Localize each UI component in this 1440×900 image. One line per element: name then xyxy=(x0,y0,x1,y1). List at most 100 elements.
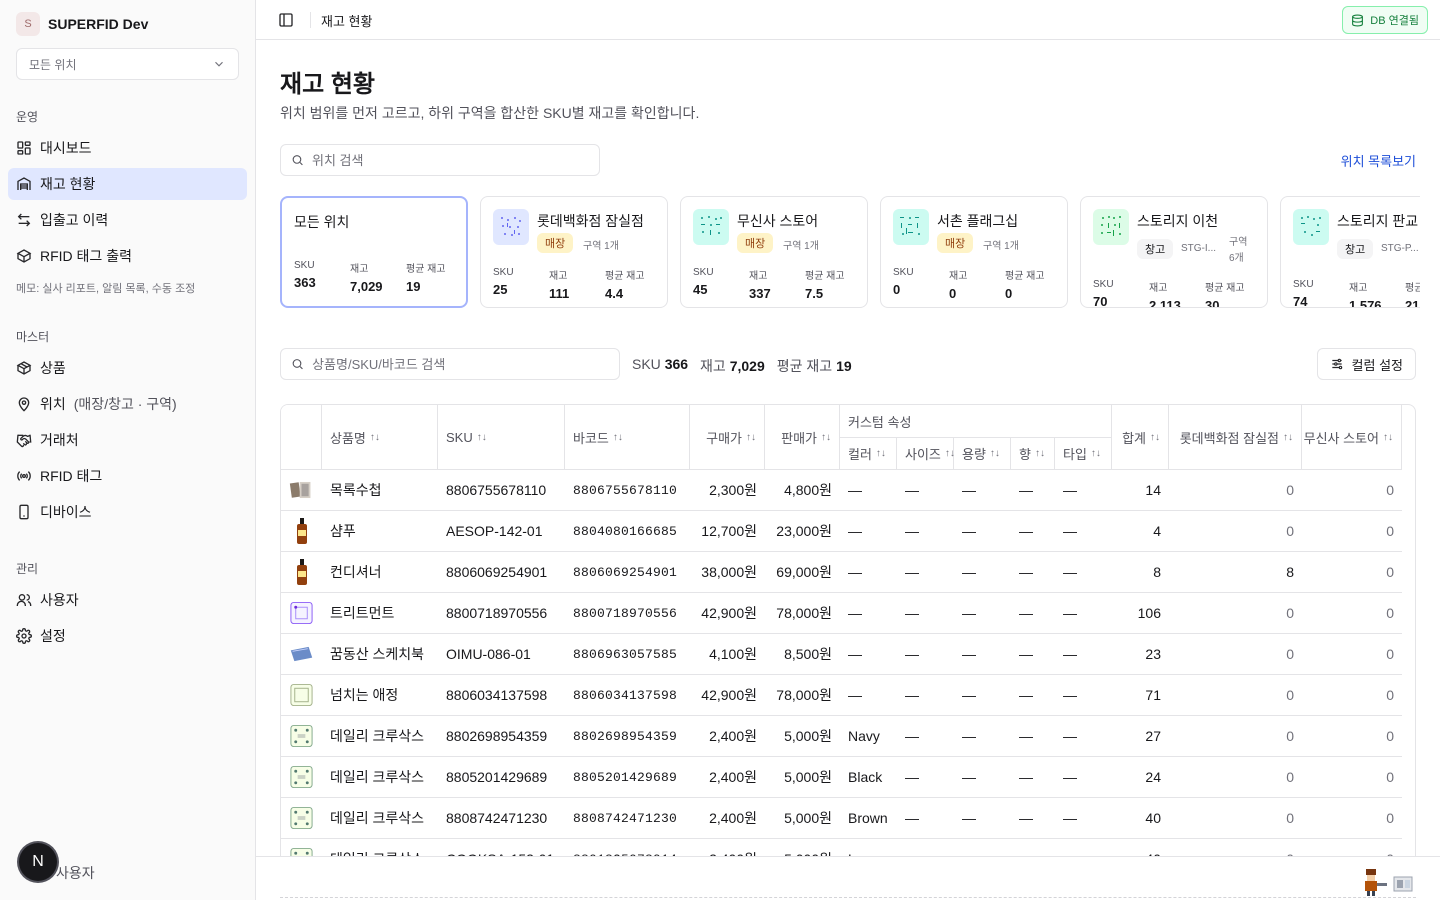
sidebar-item-dashboard[interactable]: 대시보드 xyxy=(8,132,247,164)
column-header-color[interactable]: 컬러 ↑↓ xyxy=(840,438,897,470)
sort-icon[interactable]: ↑↓ xyxy=(1283,432,1293,443)
sort-icon[interactable]: ↑↓ xyxy=(821,432,831,443)
user-label[interactable]: 사용자 xyxy=(56,863,95,883)
location-select[interactable]: 모든 위치 xyxy=(16,48,239,80)
location-search[interactable] xyxy=(280,144,600,176)
table-row[interactable]: 컨디셔너 8806069254901 8806069254901 38,000원 69,… xyxy=(281,552,1402,593)
sort-icon[interactable]: ↑↓ xyxy=(746,432,756,443)
cell-loc2: 0 xyxy=(1302,552,1402,593)
cell-volume: — xyxy=(954,675,1011,716)
table-row[interactable]: 목록수첩 8806755678110 8806755678110 2,300원 4,80… xyxy=(281,470,1402,511)
breadcrumb: 재고 현황 xyxy=(321,14,373,29)
cell-price: 4,800원 xyxy=(765,470,840,511)
location-card-stats: SKU 45 재고 337 평균 재고 7.5 xyxy=(693,267,865,301)
user-avatar[interactable]: N xyxy=(19,843,57,881)
column-settings-button[interactable]: 컬럼 설정 xyxy=(1316,348,1416,380)
column-header-price[interactable]: 판매가 ↑↓ xyxy=(765,405,840,470)
column-header-name[interactable]: 상품명 ↑↓ xyxy=(322,405,438,470)
column-header-sku[interactable]: SKU ↑↓ xyxy=(438,405,565,470)
column-header-size[interactable]: 사이즈 ↑↓ xyxy=(897,438,955,470)
product-search-input[interactable] xyxy=(312,356,609,372)
cell-name: 데일리 크루삭스 xyxy=(322,716,438,757)
header-divider xyxy=(310,12,311,28)
cell-name: 꿈동산 스케치북 xyxy=(322,634,438,675)
page-description: 위치 범위를 먼저 고르고, 하위 구역을 합산한 SKU별 재고를 확인합니다… xyxy=(280,105,700,121)
table-row[interactable]: 넘치는 애정 8806034137598 8806034137598 42,900원 7… xyxy=(281,675,1402,716)
sidebar-item-history[interactable]: 입출고 이력 xyxy=(8,204,247,236)
column-header-scent[interactable]: 향 ↑↓ xyxy=(1011,438,1055,470)
cell-loc2: 0 xyxy=(1302,757,1402,798)
product-search[interactable] xyxy=(280,348,620,380)
cell-cost: 2,300원 xyxy=(690,470,765,511)
table-row[interactable]: 샴푸 AESOP-142-01 8804080166685 12,700원 23,000… xyxy=(281,511,1402,552)
location-card[interactable]: 서촌 플래그십 매장 구역 1개 SKU 0 재고 0 평균 재고 0 xyxy=(880,196,1068,308)
sidebar-item-rfid-tags[interactable]: RFID 태그 xyxy=(8,460,247,492)
search-icon xyxy=(292,155,303,166)
column-header-barcode[interactable]: 바코드 ↑↓ xyxy=(565,405,690,470)
location-card[interactable]: 스토리지 이천 창고 STG-I... 구역 6개 SKU 70 재고 2,113 … xyxy=(1080,196,1268,308)
column-header-loc1[interactable]: 롯데백화점 잠실점 ↑↓ xyxy=(1169,405,1302,470)
sidebar-item-users[interactable]: 사용자 xyxy=(8,584,247,616)
stat-value: 19 xyxy=(406,279,421,294)
sidebar-item-rfid-print[interactable]: RFID 태그 출력 xyxy=(8,240,247,272)
sort-icon[interactable]: ↑↓ xyxy=(1150,432,1160,443)
location-list-link[interactable]: 위치 목록보기 xyxy=(1341,151,1416,170)
cell-sku: 8806755678110 xyxy=(438,470,565,511)
stat-label: SKU xyxy=(493,267,514,278)
cell-volume: — xyxy=(954,634,1011,675)
cell-volume: — xyxy=(954,839,1011,856)
column-header-cost[interactable]: 구매가 ↑↓ xyxy=(690,405,765,470)
dashboard-icon xyxy=(16,140,32,156)
column-header-volume[interactable]: 용량 ↑↓ xyxy=(954,438,1011,470)
table-row[interactable]: 트리트먼트 8800718970556 8800718970556 42,900원 78… xyxy=(281,593,1402,634)
cell-size: — xyxy=(897,798,954,839)
sort-icon[interactable]: ↑↓ xyxy=(477,432,487,443)
sidebar-item-products[interactable]: 상품 xyxy=(8,352,247,384)
stat-label: 재고 xyxy=(1149,283,1168,294)
stat-label: 재고 xyxy=(949,271,968,282)
cell-price: 5,000원 xyxy=(765,716,840,757)
column-header-loc2[interactable]: 무신사 스토어 ↑↓ xyxy=(1302,405,1402,470)
sort-icon[interactable]: ↑↓ xyxy=(990,448,1000,459)
sort-icon[interactable]: ↑↓ xyxy=(1091,448,1101,459)
location-card[interactable]: 스토리지 판교 창고 STG-P... SKU 74 재고 1,576 평균 재고 2… xyxy=(1280,196,1420,308)
brand[interactable]: S SUPERFID Dev xyxy=(16,12,148,36)
sidebar-item-devices[interactable]: 디바이스 xyxy=(8,496,247,528)
sort-icon[interactable]: ↑↓ xyxy=(876,448,886,459)
sort-icon[interactable]: ↑↓ xyxy=(370,432,380,443)
table-row[interactable]: 데일리 크루삭스COOKSA-152-0188018250789142,400원… xyxy=(281,839,1402,856)
location-card-stats: SKU 70 재고 2,113 평균 재고 30 xyxy=(1093,279,1265,308)
table-row[interactable]: 꿈동산 스케치북 OIMU-086-01 8806963057585 4,100원 8,… xyxy=(281,634,1402,675)
column-header-label: 무신사 스토어 xyxy=(1303,430,1379,446)
location-card-all[interactable]: 모든 위치 SKU 363 재고 7,029 평균 재고 19 xyxy=(280,196,468,308)
sort-icon[interactable]: ↑↓ xyxy=(613,432,623,443)
users-icon xyxy=(16,592,32,608)
sidebar-item-inventory[interactable]: 재고 현황 xyxy=(8,168,247,200)
sidebar-toggle-button[interactable] xyxy=(276,10,296,30)
location-card[interactable]: 롯데백화점 잠실점 매장 구역 1개 SKU 25 재고 111 평균 재고 4.4 xyxy=(480,196,668,308)
location-search-input[interactable] xyxy=(312,152,589,168)
sidebar-item-locations[interactable]: 위치 (매장/창고 · 구역) xyxy=(8,388,247,420)
column-header-type[interactable]: 타입 ↑↓ xyxy=(1055,438,1112,470)
store-grid-icon xyxy=(493,209,529,245)
sort-icon[interactable]: ↑↓ xyxy=(1035,448,1045,459)
stat-label: SKU xyxy=(294,260,315,271)
sort-icon[interactable]: ↑↓ xyxy=(1383,432,1393,443)
cell-color: — xyxy=(840,675,897,716)
cell-cost: 4,100원 xyxy=(690,634,765,675)
location-card[interactable]: 무신사 스토어 매장 구역 1개 SKU 45 재고 337 평균 재고 7.5 xyxy=(680,196,868,308)
product-thumbnail xyxy=(281,839,322,856)
table-row[interactable]: 데일리 크루삭스 8805201429689 8805201429689 2,400원… xyxy=(281,757,1402,798)
cell-volume: — xyxy=(954,511,1011,552)
sidebar-item-partners[interactable]: 거래처 xyxy=(8,424,247,456)
stat-value: 2,113 xyxy=(1149,298,1181,308)
cell-name: 데일리 크루삭스 xyxy=(322,839,438,856)
column-header-total[interactable]: 합계 ↑↓ xyxy=(1112,405,1169,470)
location-card-stats: SKU 25 재고 111 평균 재고 4.4 xyxy=(493,267,665,301)
table-row[interactable]: 데일리 크루삭스 8802698954359 8802698954359 2,400원… xyxy=(281,716,1402,757)
sidebar-item-label: 상품 xyxy=(40,360,66,376)
sidebar-item-settings[interactable]: 설정 xyxy=(8,620,247,652)
cell-sku: 8800718970556 xyxy=(438,593,565,634)
cell-total: 14 xyxy=(1112,470,1169,511)
table-row[interactable]: 데일리 크루삭스 8808742471230 8808742471230 2,400원… xyxy=(281,798,1402,839)
